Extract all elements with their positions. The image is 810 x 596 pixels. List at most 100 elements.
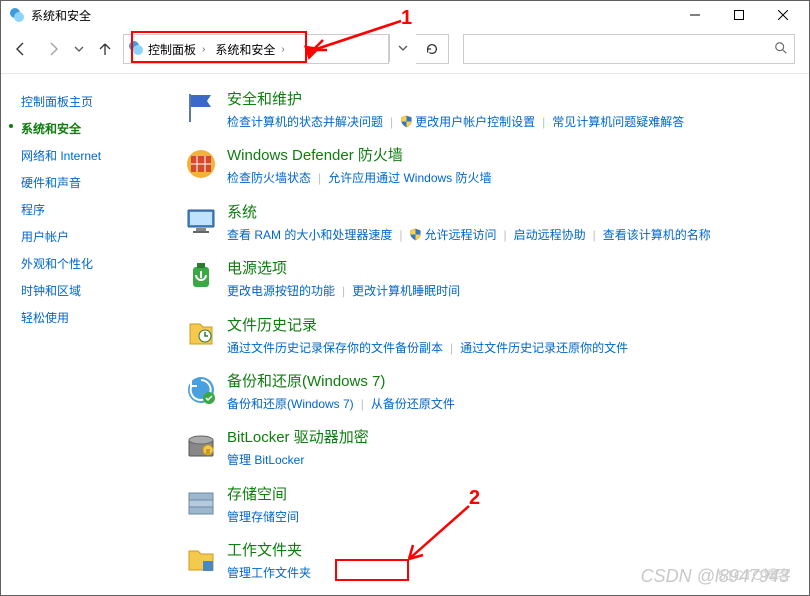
category-link[interactable]: 常见计算机问题疑难解答	[552, 115, 684, 129]
nav-row: 控制面板 › 系统和安全 ›	[1, 29, 809, 73]
category-link-label: 从备份还原文件	[371, 397, 455, 411]
category-flag: 安全和维护检查计算机的状态并解决问题|更改用户帐户控制设置|常见计算机问题疑难解…	[181, 88, 799, 132]
category-title[interactable]: 备份和还原(Windows 7)	[227, 370, 385, 391]
category-title[interactable]: 工作文件夹	[227, 539, 302, 560]
chevron-right-icon: ›	[200, 44, 207, 55]
category-link[interactable]: 从备份还原文件	[371, 397, 455, 411]
power-icon	[181, 257, 221, 301]
sidebar-item-programs[interactable]: 程序	[21, 196, 171, 223]
flag-icon	[181, 88, 221, 132]
category-links: 查看 RAM 的大小和处理器速度|允许远程访问|启动远程协助|查看该计算机的名称	[227, 225, 799, 245]
up-button[interactable]	[91, 35, 119, 63]
category-link[interactable]: 管理存储空间	[227, 510, 299, 524]
category-link-label: 管理 BitLocker	[227, 453, 304, 467]
category-title-label: 工作文件夹	[227, 542, 302, 559]
category-bitlocker: BitLocker 驱动器加密管理 BitLocker	[181, 426, 799, 470]
category-title-label: 存储空间	[227, 486, 287, 503]
category-link-label: 查看该计算机的名称	[603, 228, 711, 242]
category-links: 备份和还原(Windows 7)|从备份还原文件	[227, 394, 799, 414]
maximize-button[interactable]	[717, 1, 761, 29]
category-links: 管理存储空间	[227, 507, 799, 527]
separator: |	[311, 171, 328, 185]
category-link[interactable]: 通过文件历史记录还原你的文件	[460, 341, 628, 355]
sidebar-item-clock[interactable]: 时钟和区域	[21, 277, 171, 304]
category-link[interactable]: 启动远程协助	[514, 228, 586, 242]
category-title[interactable]: 系统	[227, 201, 257, 222]
breadcrumb-item-2[interactable]: 系统和安全 ›	[211, 41, 290, 58]
category-title-label: Windows Defender 防火墙	[227, 147, 403, 164]
breadcrumb-item-1[interactable]: 控制面板 ›	[144, 41, 211, 58]
breadcrumb-label: 控制面板	[148, 41, 196, 58]
close-button[interactable]	[761, 1, 805, 29]
search-input[interactable]	[470, 41, 774, 57]
category-title[interactable]: 电源选项	[227, 257, 287, 278]
minimize-button[interactable]	[673, 1, 717, 29]
sidebar-item-network[interactable]: 网络和 Internet	[21, 142, 171, 169]
category-file-history: 文件历史记录通过文件历史记录保存你的文件备份副本|通过文件历史记录还原你的文件	[181, 314, 799, 358]
category-link[interactable]: 更改电源按钮的功能	[227, 284, 335, 298]
refresh-button[interactable]	[416, 34, 449, 64]
category-firewall: Windows Defender 防火墙检查防火墙状态|允许应用通过 Windo…	[181, 144, 799, 188]
uac-shield-icon	[409, 227, 422, 240]
category-link[interactable]: 检查防火墙状态	[227, 171, 311, 185]
category-title-label: BitLocker 驱动器加密	[227, 429, 369, 446]
category-link[interactable]: 更改用户帐户控制设置	[400, 115, 535, 129]
category-title[interactable]: 安全和维护	[227, 88, 302, 109]
category-link-label: 常见计算机问题疑难解答	[552, 115, 684, 129]
category-title-label: 安全和维护	[227, 91, 302, 108]
category-title[interactable]: 存储空间	[227, 483, 287, 504]
category-link[interactable]: 备份和还原(Windows 7)	[227, 397, 354, 411]
file-history-icon	[181, 314, 221, 358]
category-link-label: 检查计算机的状态并解决问题	[227, 115, 383, 129]
category-links: 管理 BitLocker	[227, 450, 799, 470]
category-links: 管理工作文件夹	[227, 563, 799, 583]
sidebar-item-system-security[interactable]: 系统和安全	[21, 115, 171, 142]
category-link[interactable]: 允许远程访问	[409, 228, 496, 242]
category-link-label: 通过文件历史记录保存你的文件备份副本	[227, 341, 443, 355]
back-button[interactable]	[7, 35, 35, 63]
category-link[interactable]: 更改计算机睡眠时间	[352, 284, 460, 298]
category-link[interactable]: 通过文件历史记录保存你的文件备份副本	[227, 341, 443, 355]
separator: |	[586, 228, 603, 242]
category-link-label: 更改电源按钮的功能	[227, 284, 335, 298]
category-title-label: 备份和还原(Windows 7)	[227, 373, 385, 390]
separator: |	[535, 115, 552, 129]
category-title[interactable]: Windows Defender 防火墙	[227, 144, 403, 165]
category-system: 系统查看 RAM 的大小和处理器速度|允许远程访问|启动远程协助|查看该计算机的…	[181, 201, 799, 245]
category-title[interactable]: 文件历史记录	[227, 314, 317, 335]
separator: |	[443, 341, 460, 355]
window-title: 系统和安全	[31, 7, 673, 24]
forward-button[interactable]	[39, 35, 67, 63]
sidebar-item-appearance[interactable]: 外观和个性化	[21, 250, 171, 277]
category-title-label: 文件历史记录	[227, 317, 317, 334]
address-dropdown[interactable]	[389, 34, 416, 62]
category-link-label: 启动远程协助	[514, 228, 586, 242]
work-folders-icon	[181, 539, 221, 583]
recent-dropdown[interactable]	[71, 35, 87, 63]
category-link[interactable]: 查看 RAM 的大小和处理器速度	[227, 228, 392, 242]
sidebar-item-ease[interactable]: 轻松使用	[21, 304, 171, 331]
category-title[interactable]: BitLocker 驱动器加密	[227, 426, 369, 447]
sidebar-item-hardware[interactable]: 硬件和声音	[21, 169, 171, 196]
category-link[interactable]: 查看该计算机的名称	[603, 228, 711, 242]
search-box[interactable]	[463, 34, 795, 64]
category-title-label: 电源选项	[227, 260, 287, 277]
category-link-label: 备份和还原(Windows 7)	[227, 397, 354, 411]
category-link-label: 检查防火墙状态	[227, 171, 311, 185]
category-link-label: 允许远程访问	[424, 228, 496, 242]
firewall-icon	[181, 144, 221, 188]
category-links: 检查计算机的状态并解决问题|更改用户帐户控制设置|常见计算机问题疑难解答	[227, 112, 799, 132]
system-icon	[181, 201, 221, 245]
address-bar[interactable]: 控制面板 › 系统和安全 ›	[123, 34, 389, 64]
category-link[interactable]: 管理 BitLocker	[227, 453, 304, 467]
app-icon	[9, 7, 25, 23]
category-link[interactable]: 允许应用通过 Windows 防火墙	[328, 171, 491, 185]
category-link-label: 允许应用通过 Windows 防火墙	[328, 171, 491, 185]
storage-icon	[181, 483, 221, 527]
category-link[interactable]: 检查计算机的状态并解决问题	[227, 115, 383, 129]
sidebar-item-home[interactable]: 控制面板主页	[21, 88, 171, 115]
sidebar-item-users[interactable]: 用户帐户	[21, 223, 171, 250]
titlebar: 系统和安全	[1, 1, 809, 29]
category-link-label: 更改用户帐户控制设置	[415, 115, 535, 129]
category-link[interactable]: 管理工作文件夹	[227, 566, 311, 580]
